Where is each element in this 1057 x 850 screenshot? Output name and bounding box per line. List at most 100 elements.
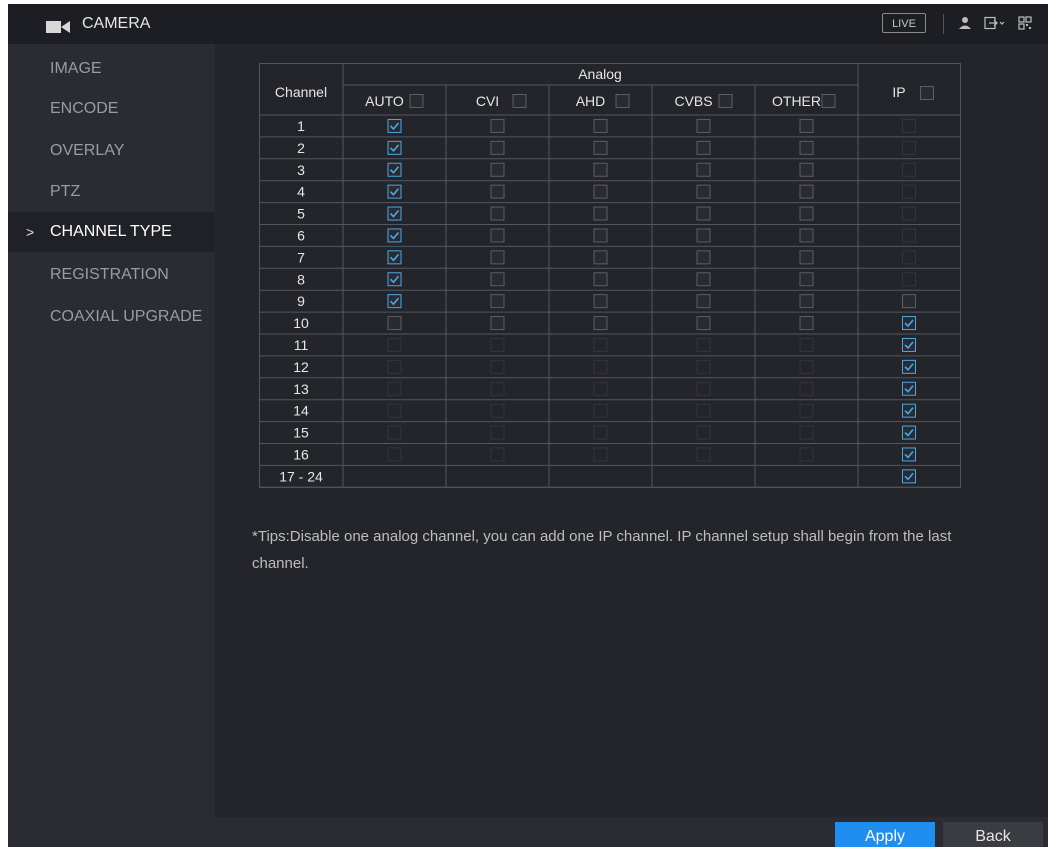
analog-checkbox-ahd[interactable] xyxy=(593,228,608,243)
analog-checkbox-auto[interactable] xyxy=(387,140,402,155)
sidebar-item-label: ENCODE xyxy=(50,100,119,117)
column-header-checkbox-cvbs[interactable] xyxy=(718,94,733,108)
analog-checkbox-other[interactable] xyxy=(799,316,814,331)
analog-checkbox-auto[interactable] xyxy=(387,206,402,221)
ip-checkbox[interactable] xyxy=(902,403,916,418)
camera-icon xyxy=(46,21,70,33)
analog-checkbox-cvi[interactable] xyxy=(490,184,505,199)
ip-header-checkbox[interactable] xyxy=(920,86,934,100)
analog-checkbox-cvbs[interactable] xyxy=(696,184,711,199)
back-button[interactable]: Back xyxy=(943,822,1043,847)
analog-checkbox-ahd[interactable] xyxy=(593,184,608,199)
ip-checkbox[interactable] xyxy=(902,469,916,484)
analog-checkbox-ahd[interactable] xyxy=(593,250,608,265)
analog-checkbox-cvi[interactable] xyxy=(490,228,505,243)
analog-checkbox-other[interactable] xyxy=(799,294,814,309)
analog-checkbox-other[interactable] xyxy=(799,118,814,133)
analog-checkbox-ahd[interactable] xyxy=(593,118,608,133)
analog-checkbox-other[interactable] xyxy=(799,272,814,287)
apply-button[interactable]: Apply xyxy=(835,822,935,847)
channel-header: Channel xyxy=(275,84,327,100)
analog-checkbox-cvi xyxy=(490,425,505,440)
sidebar-item-overlay[interactable]: OVERLAY xyxy=(8,131,215,171)
analog-checkbox-other[interactable] xyxy=(799,184,814,199)
sidebar-item-coaxial-upgrade[interactable]: COAXIAL UPGRADE xyxy=(8,297,215,337)
analog-checkbox-ahd[interactable] xyxy=(593,316,608,331)
analog-checkbox-ahd xyxy=(593,381,608,396)
analog-checkbox-cvbs[interactable] xyxy=(696,294,711,309)
ip-checkbox[interactable] xyxy=(902,425,916,440)
analog-header: Analog xyxy=(578,66,622,82)
analog-checkbox-auto[interactable] xyxy=(387,228,402,243)
sidebar-item-registration[interactable]: REGISTRATION xyxy=(8,255,215,295)
analog-checkbox-other[interactable] xyxy=(799,250,814,265)
analog-checkbox-other xyxy=(799,359,814,374)
analog-checkbox-other[interactable] xyxy=(799,162,814,177)
analog-checkbox-cvi[interactable] xyxy=(490,316,505,331)
analog-checkbox-ahd[interactable] xyxy=(593,206,608,221)
analog-checkbox-ahd[interactable] xyxy=(593,162,608,177)
analog-checkbox-cvi[interactable] xyxy=(490,118,505,133)
ip-checkbox[interactable] xyxy=(902,447,916,462)
ip-checkbox xyxy=(902,228,916,243)
sidebar-item-ptz[interactable]: PTZ xyxy=(8,172,215,212)
ip-checkbox[interactable] xyxy=(902,337,916,352)
analog-checkbox-cvi[interactable] xyxy=(490,162,505,177)
qr-code-icon[interactable] xyxy=(1018,16,1032,30)
table-row: 8 xyxy=(297,271,305,287)
analog-checkbox-auto[interactable] xyxy=(387,272,402,287)
table-row: 6 xyxy=(297,227,305,243)
column-header-cvbs: CVBS xyxy=(674,93,712,109)
column-header-checkbox-cvi[interactable] xyxy=(512,94,527,108)
analog-checkbox-auto[interactable] xyxy=(387,294,402,309)
column-header-checkbox-ahd[interactable] xyxy=(615,94,630,108)
ip-checkbox[interactable] xyxy=(902,316,916,331)
analog-checkbox-cvbs[interactable] xyxy=(696,272,711,287)
analog-checkbox-cvi[interactable] xyxy=(490,272,505,287)
analog-checkbox-cvi xyxy=(490,403,505,418)
analog-checkbox-cvi[interactable] xyxy=(490,250,505,265)
channel-number: 2 xyxy=(297,140,305,156)
analog-checkbox-cvbs[interactable] xyxy=(696,118,711,133)
sidebar-item-channel-type[interactable]: > CHANNEL TYPE xyxy=(8,212,215,252)
app-window: CAMERA LIVE IMAGE ENCODE OVERLAY PTZ > CH… xyxy=(8,4,1048,847)
analog-checkbox-cvi[interactable] xyxy=(490,140,505,155)
analog-checkbox-other[interactable] xyxy=(799,140,814,155)
analog-checkbox-cvbs[interactable] xyxy=(696,162,711,177)
analog-checkbox-cvi[interactable] xyxy=(490,294,505,309)
column-header-checkbox-other[interactable] xyxy=(821,94,836,108)
analog-checkbox-ahd[interactable] xyxy=(593,294,608,309)
analog-checkbox-ahd[interactable] xyxy=(593,140,608,155)
analog-checkbox-other[interactable] xyxy=(799,228,814,243)
analog-checkbox-cvbs[interactable] xyxy=(696,250,711,265)
user-icon[interactable] xyxy=(958,16,972,30)
analog-checkbox-auto[interactable] xyxy=(387,250,402,265)
ip-checkbox[interactable] xyxy=(902,381,916,396)
analog-checkbox-auto[interactable] xyxy=(387,316,402,331)
analog-checkbox-auto[interactable] xyxy=(387,118,402,133)
ip-checkbox[interactable] xyxy=(902,294,916,309)
analog-checkbox-ahd[interactable] xyxy=(593,272,608,287)
table-row: 16 xyxy=(293,446,309,462)
sidebar-item-image[interactable]: IMAGE xyxy=(8,49,215,89)
channel-number: 13 xyxy=(293,381,309,397)
table-row: 11 xyxy=(294,337,309,353)
channel-number: 3 xyxy=(297,162,305,178)
column-header-checkbox-auto[interactable] xyxy=(409,94,424,108)
analog-checkbox-cvbs[interactable] xyxy=(696,140,711,155)
live-button[interactable]: LIVE xyxy=(882,13,926,33)
analog-checkbox-ahd xyxy=(593,403,608,418)
analog-checkbox-cvbs[interactable] xyxy=(696,206,711,221)
sidebar-item-encode[interactable]: ENCODE xyxy=(8,89,215,129)
ip-checkbox[interactable] xyxy=(902,359,916,374)
analog-checkbox-auto xyxy=(387,425,402,440)
analog-checkbox-cvbs[interactable] xyxy=(696,316,711,331)
analog-checkbox-auto[interactable] xyxy=(387,162,402,177)
analog-checkbox-auto[interactable] xyxy=(387,184,402,199)
logout-icon[interactable] xyxy=(984,16,1006,30)
analog-checkbox-other[interactable] xyxy=(799,206,814,221)
table-row: 13 xyxy=(293,381,309,397)
analog-checkbox-cvbs[interactable] xyxy=(696,228,711,243)
analog-checkbox-cvi[interactable] xyxy=(490,206,505,221)
channel-number: 4 xyxy=(297,184,305,200)
